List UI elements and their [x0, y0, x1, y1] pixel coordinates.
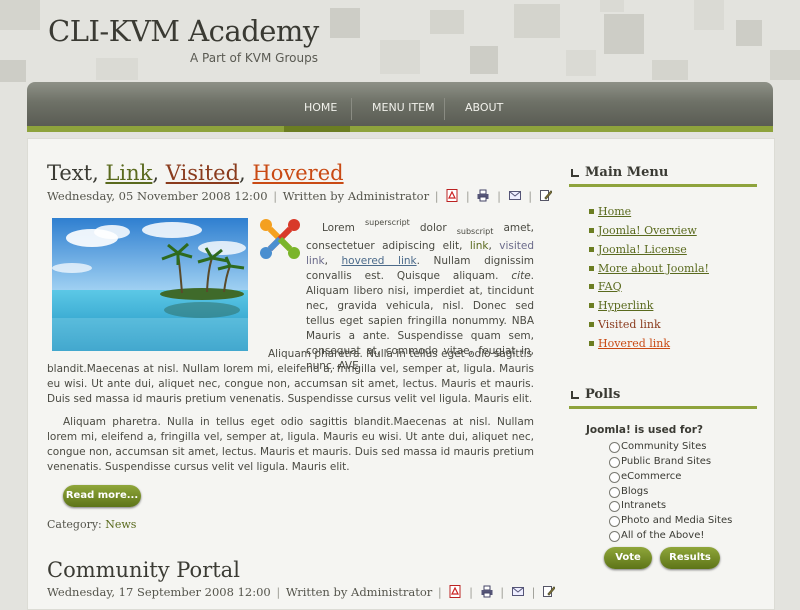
email-icon[interactable]: [511, 585, 524, 598]
menu-item-joomla-overview[interactable]: Joomla! Overview: [598, 224, 697, 237]
active-tab-indicator: [284, 126, 350, 132]
category-link[interactable]: News: [105, 518, 136, 531]
main-menu-divider: [569, 184, 757, 187]
tropical-island-image: [52, 218, 248, 351]
article-title-hovered-link[interactable]: Hovered: [252, 161, 343, 185]
poll-option-radio[interactable]: [609, 442, 620, 453]
article-meta: Wednesday, 05 November 2008 12:00 | Writ…: [47, 189, 554, 203]
menu-item-visited-link[interactable]: Visited link: [598, 318, 661, 331]
cite-text: cite: [511, 270, 531, 282]
poll-option-radio[interactable]: [609, 516, 620, 527]
article-title-punctuation: ,: [239, 161, 253, 185]
list-bullet: [589, 266, 594, 271]
paragraph-text: ,: [324, 255, 328, 267]
edit-icon[interactable]: [543, 585, 556, 598]
meta-separator: |: [276, 585, 281, 599]
poll-option-label[interactable]: Public Brand Sites: [621, 456, 711, 467]
menu-item-hyperlink[interactable]: Hyperlink: [598, 299, 653, 312]
poll-option-label[interactable]: Intranets: [621, 500, 666, 511]
inline-hovered-link[interactable]: hovered link: [342, 255, 417, 267]
article-category: Category: News: [47, 518, 136, 531]
menu-item-joomla-license[interactable]: Joomla! License: [598, 243, 687, 256]
article-paragraph-3: Aliquam pharetra. Nulla in tellus eget o…: [47, 416, 534, 473]
site-tagline: A Part of KVM Groups: [190, 51, 318, 65]
paragraph-text: Lorem: [322, 222, 355, 234]
arrow-right-down-icon: [571, 169, 579, 177]
meta-separator: |: [497, 189, 501, 203]
poll-option-label[interactable]: All of the Above!: [621, 530, 704, 541]
polls-title: Polls: [585, 387, 621, 402]
poll-option-label[interactable]: Blogs: [621, 486, 648, 497]
meta-separator: |: [500, 585, 505, 599]
poll-option-radio[interactable]: [609, 487, 620, 498]
poll-option-label[interactable]: eCommerce: [621, 471, 681, 482]
list-bullet: [589, 303, 594, 308]
print-icon[interactable]: [481, 585, 493, 598]
read-more-button[interactable]: Read more...: [63, 485, 141, 507]
article-title-text: Text,: [47, 161, 106, 185]
meta-separator: |: [273, 189, 278, 203]
paragraph-text: ,: [488, 240, 492, 252]
article-date: Wednesday, 17 September 2008 12:00: [47, 585, 271, 599]
list-bullet: [589, 247, 594, 252]
article-date: Wednesday, 05 November 2008 12:00: [47, 189, 268, 203]
list-bullet: [589, 228, 594, 233]
article-paragraph-2: blandit.Maecenas at nisl. Nullam lorem m…: [47, 363, 534, 405]
article-title-visited-link[interactable]: Visited: [166, 161, 239, 185]
menu-item-more-about-joomla[interactable]: More about Joomla!: [598, 262, 709, 275]
article-title-punctuation: ,: [152, 161, 166, 185]
meta-separator: |: [469, 585, 473, 599]
article-meta: Wednesday, 17 September 2008 12:00 | Wri…: [47, 585, 557, 599]
navigation-accent-stripe: [27, 126, 773, 132]
article-paragraph-2-start: Aliquam pharetra. Nulla in tellus eget o…: [268, 348, 532, 360]
meta-separator: |: [437, 585, 442, 599]
edit-icon[interactable]: [539, 189, 552, 202]
list-bullet: [589, 341, 594, 346]
meta-separator: |: [531, 585, 536, 599]
nav-item-menu-item[interactable]: MENU ITEM: [372, 101, 435, 114]
meta-separator: |: [434, 189, 439, 203]
inline-link[interactable]: link: [470, 240, 489, 252]
category-label: Category:: [47, 518, 102, 531]
article-title: Text, Link, Visited, Hovered: [47, 161, 344, 185]
article-author: Written by Administrator: [282, 189, 430, 203]
results-button[interactable]: Results: [660, 547, 720, 569]
article-author: Written by Administrator: [285, 585, 433, 599]
vote-button[interactable]: Vote: [604, 547, 652, 569]
email-icon[interactable]: [508, 189, 521, 202]
meta-separator: |: [465, 189, 470, 203]
polls-divider: [569, 406, 757, 409]
nav-item-about[interactable]: ABOUT: [465, 101, 503, 114]
print-icon[interactable]: [477, 189, 489, 202]
site-title[interactable]: CLI-KVM Academy: [48, 14, 319, 48]
poll-option-label[interactable]: Photo and Media Sites: [621, 515, 732, 526]
pdf-icon[interactable]: [446, 189, 458, 202]
subscript-text: subscript: [456, 227, 494, 236]
paragraph-text: . Nullam dignissim convallis est. Quisqu…: [306, 255, 534, 282]
poll-option-radio[interactable]: [609, 472, 620, 483]
nav-separator: [444, 98, 445, 120]
superscript-text: superscript: [364, 218, 410, 227]
paragraph-text: dolor: [419, 222, 447, 234]
poll-option-radio[interactable]: [609, 531, 620, 542]
list-bullet: [589, 322, 594, 327]
pdf-icon[interactable]: [449, 585, 461, 598]
meta-separator: |: [528, 189, 533, 203]
menu-item-hovered-link[interactable]: Hovered link: [598, 337, 670, 350]
list-bullet: [589, 209, 594, 214]
poll-question: Joomla! is used for?: [586, 424, 703, 436]
nav-item-home[interactable]: HOME: [304, 101, 337, 114]
main-menu-title: Main Menu: [585, 165, 669, 180]
poll-option-radio[interactable]: [609, 457, 620, 468]
arrow-right-down-icon: [571, 391, 579, 399]
poll-option-radio[interactable]: [609, 501, 620, 512]
list-bullet: [589, 284, 594, 289]
poll-option-label[interactable]: Community Sites: [621, 441, 706, 452]
nav-separator: [351, 98, 352, 120]
article-title-link[interactable]: Link: [105, 161, 152, 185]
article-title-community-portal[interactable]: Community Portal: [47, 558, 240, 582]
joomla-logo-icon: [260, 219, 300, 259]
menu-item-faq[interactable]: FAQ: [598, 280, 622, 293]
menu-item-home[interactable]: Home: [598, 205, 631, 218]
